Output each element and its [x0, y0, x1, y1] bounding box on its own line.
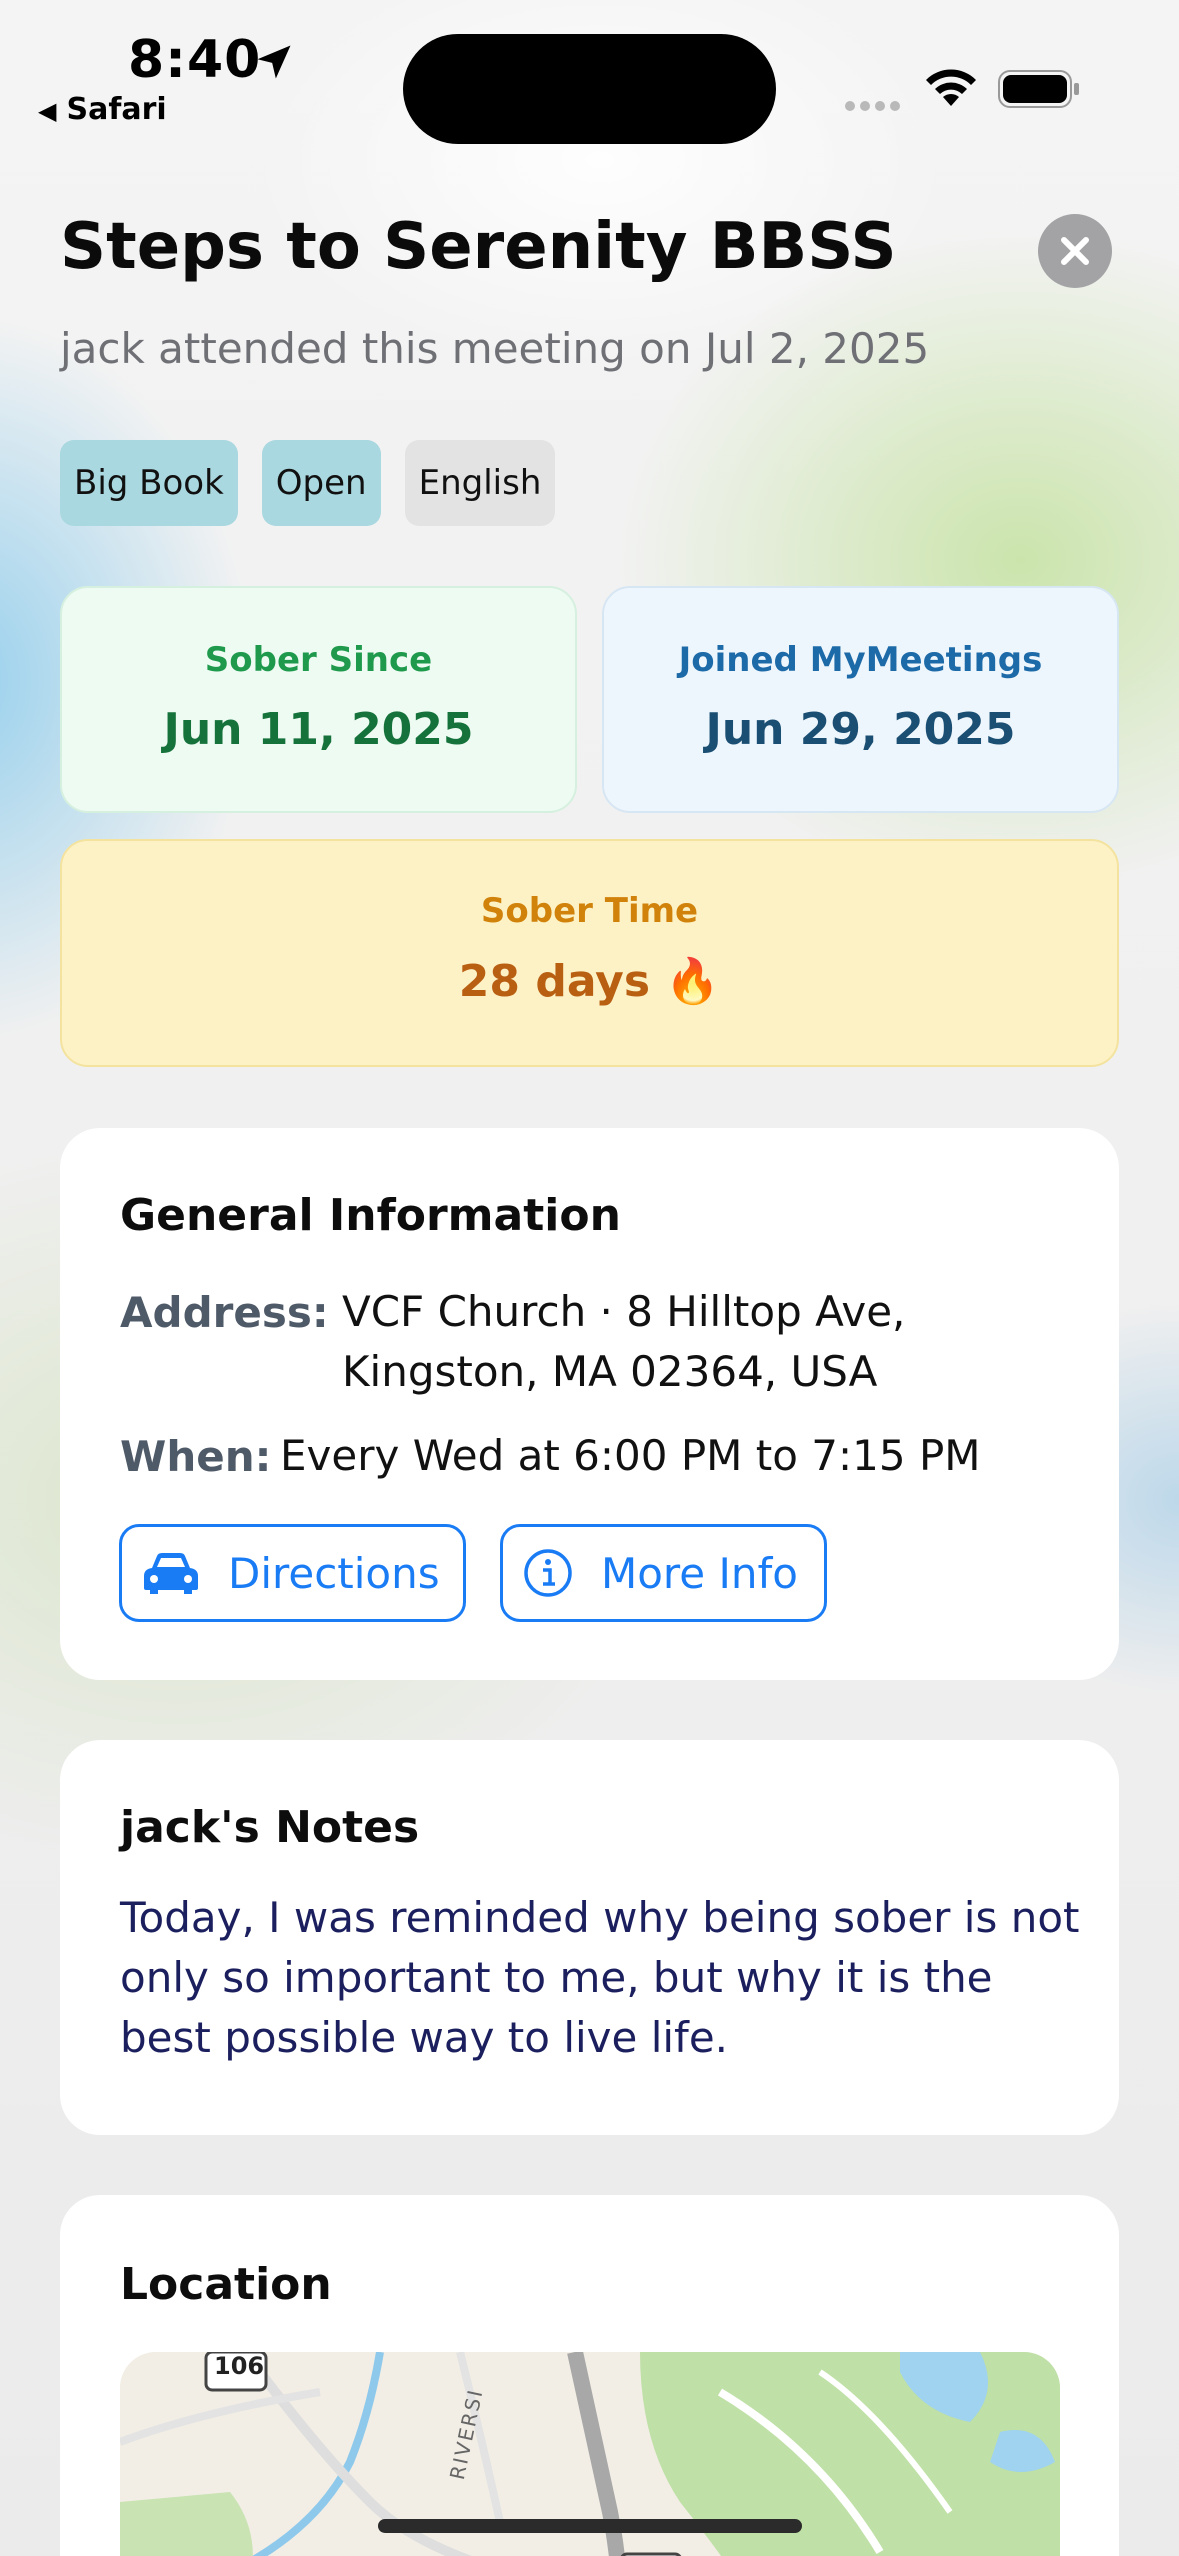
- when-label: When:: [120, 1432, 272, 1481]
- tag-open: Open: [261, 440, 381, 526]
- dynamic-island: [403, 34, 776, 144]
- cellular-signal-icon: [845, 96, 905, 111]
- sober-since-card: Sober Since Jun 11, 2025: [60, 586, 577, 813]
- sober-time-days: 28 days: [458, 956, 651, 1007]
- fire-icon: 🔥: [665, 956, 721, 1007]
- joined-label: Joined MyMeetings: [678, 640, 1043, 680]
- sober-since-value: Jun 11, 2025: [163, 704, 474, 755]
- directions-label: Directions: [228, 1548, 440, 1598]
- more-info-label: More Info: [601, 1548, 798, 1598]
- location-title: Location: [120, 2259, 332, 2310]
- joined-card: Joined MyMeetings Jun 29, 2025: [602, 586, 1119, 813]
- tag-english: English: [404, 440, 556, 526]
- close-button[interactable]: [1038, 214, 1112, 288]
- notes-title: jack's Notes: [120, 1802, 420, 1853]
- more-info-button[interactable]: More Info: [500, 1524, 827, 1622]
- tag-big-book: Big Book: [60, 440, 238, 526]
- sober-time-card: Sober Time 28 days 🔥: [60, 839, 1119, 1067]
- sober-time-label: Sober Time: [480, 891, 699, 931]
- address-line-1: VCF Church · 8 Hilltop Ave,: [342, 1287, 906, 1336]
- home-indicator[interactable]: [378, 2519, 802, 2533]
- meeting-tags: Big Book Open English: [60, 440, 556, 526]
- directions-button[interactable]: Directions: [119, 1524, 466, 1622]
- address-value: VCF Church · 8 Hilltop Ave, Kingston, MA…: [342, 1282, 905, 1402]
- battery-icon: [998, 70, 1079, 108]
- wifi-icon: [926, 69, 976, 106]
- info-circle-icon: [524, 1549, 572, 1597]
- attended-subtitle: jack attended this meeting on Jul 2, 202…: [60, 324, 930, 373]
- address-line-2: Kingston, MA 02364, USA: [342, 1347, 878, 1396]
- sober-since-label: Sober Since: [204, 640, 433, 680]
- location-card: Location 106 3 RIVERSI MA: [60, 2195, 1119, 2556]
- back-triangle-icon: ◀: [38, 97, 57, 125]
- address-label: Address:: [120, 1288, 329, 1337]
- general-information-title: General Information: [120, 1190, 621, 1241]
- car-icon: [144, 1553, 198, 1594]
- general-information-card: General Information Address: VCF Church …: [60, 1128, 1119, 1680]
- page-title: Steps to Serenity BBSS: [60, 210, 897, 284]
- status-time: 8:40: [128, 30, 262, 90]
- route-106-shield: 106: [214, 2352, 265, 2380]
- location-arrow-icon: [257, 45, 291, 79]
- when-value: Every Wed at 6:00 PM to 7:15 PM: [280, 1431, 981, 1480]
- back-app-label: Safari: [66, 92, 167, 127]
- back-to-app-link[interactable]: ◀ Safari: [38, 92, 167, 127]
- sober-time-value: 28 days 🔥: [62, 955, 1117, 1007]
- joined-value: Jun 29, 2025: [705, 704, 1016, 755]
- status-bar: 8:40 ◀ Safari: [0, 0, 1179, 150]
- notes-text: Today, I was reminded why being sober is…: [120, 1893, 1080, 2062]
- close-icon: [1061, 237, 1089, 265]
- notes-card: jack's Notes Today, I was reminded why b…: [60, 1740, 1119, 2135]
